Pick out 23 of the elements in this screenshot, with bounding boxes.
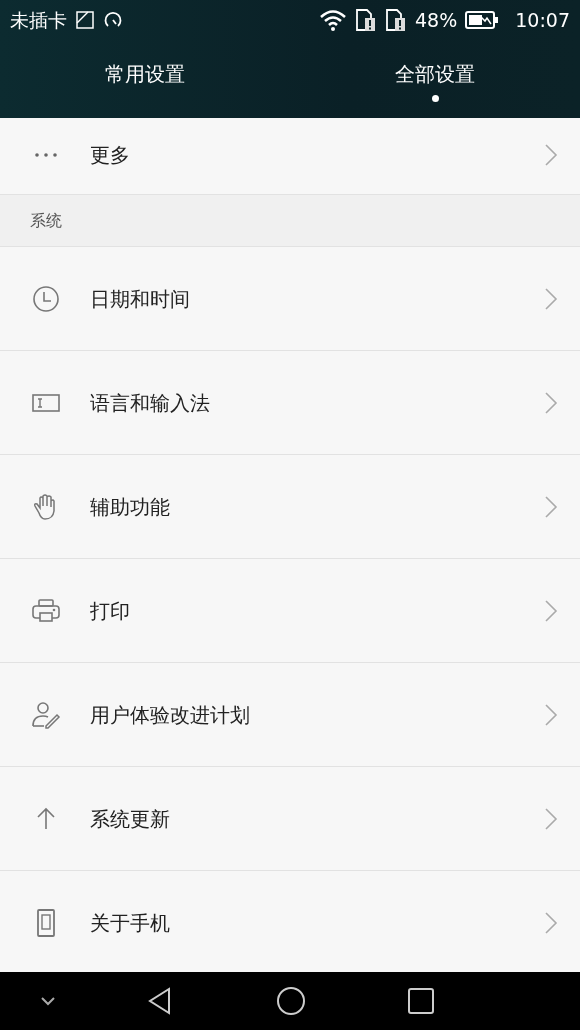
section-title: 系统 <box>30 209 62 232</box>
recent-apps-icon[interactable] <box>405 985 437 1017</box>
wifi-icon <box>319 9 347 31</box>
sim-card-icon <box>355 8 377 32</box>
tab[interactable]: 常用设置 <box>0 40 290 118</box>
battery-icon <box>465 10 500 30</box>
more-icon <box>35 153 57 157</box>
battery-percent: 48% <box>415 7 458 33</box>
chevron-right-icon <box>544 286 558 311</box>
sim-card-icon <box>385 8 407 32</box>
carrier-text: 未插卡 <box>10 7 67 33</box>
image-icon <box>75 10 95 30</box>
chevron-right-icon <box>544 598 558 623</box>
home-icon[interactable] <box>275 985 307 1017</box>
chevron-right-icon <box>544 494 558 519</box>
gauge-icon <box>103 10 123 30</box>
clock-time: 10:07 <box>515 7 570 33</box>
chevron-right-icon <box>544 143 558 167</box>
chevron-right-icon <box>544 806 558 831</box>
chevron-right-icon <box>544 390 558 415</box>
chevron-right-icon <box>544 702 558 727</box>
chevron-right-icon <box>544 910 558 935</box>
tab[interactable]: 全部设置 <box>290 40 580 118</box>
